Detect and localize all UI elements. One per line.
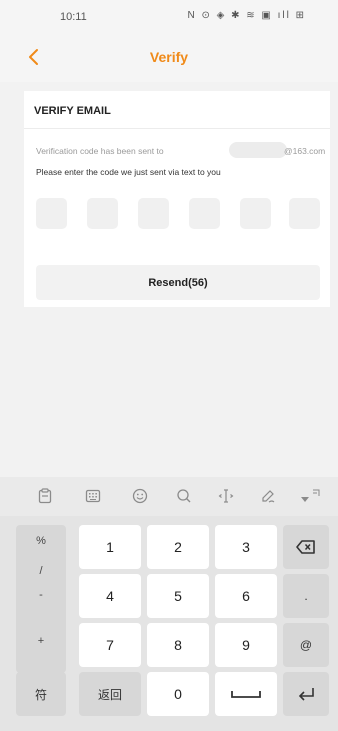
code-input-6[interactable] [289,198,320,229]
keyboard-toolbar [0,477,338,516]
space-icon [231,691,261,698]
key-0[interactable]: 0 [147,672,209,716]
divider [24,128,330,129]
cursor-icon[interactable] [217,487,235,505]
clipboard-icon[interactable] [36,487,54,505]
code-input-2[interactable] [87,198,118,229]
page-title: Verify [149,49,189,65]
key-1[interactable]: 1 [79,525,141,569]
key-minus[interactable]: - [16,589,66,601]
key-plus[interactable]: + [16,635,66,647]
backspace-key[interactable] [283,525,329,569]
space-key[interactable] [215,672,277,716]
emoji-icon[interactable] [131,487,149,505]
key-5[interactable]: 5 [147,574,209,618]
email-redacted [229,142,287,158]
status-time: 10:11 [60,11,87,23]
numeric-keyboard: % / - + 1 2 3 4 5 6 7 8 9 . @ 符 返回 0 [0,516,338,731]
key-8[interactable]: 8 [147,623,209,667]
key-2[interactable]: 2 [147,525,209,569]
key-4[interactable]: 4 [79,574,141,618]
code-input-5[interactable] [240,198,271,229]
key-slash[interactable]: / [16,565,66,577]
sent-message: Verification code has been sent to [36,146,164,156]
key-6[interactable]: 6 [215,574,277,618]
key-symbols-fu[interactable]: 符 [16,672,66,716]
key-7[interactable]: 7 [79,623,141,667]
handwriting-icon[interactable] [259,487,277,505]
collapse-icon[interactable] [298,487,320,505]
verify-email-card: VERIFY EMAIL Verification code has been … [24,91,330,307]
enter-icon [298,688,314,701]
backspace-icon [296,540,315,554]
status-icons: N ⊙ ◈ ✱ ≋ ▣ ıll ⊞ [187,10,306,21]
key-9[interactable]: 9 [215,623,277,667]
search-icon[interactable] [175,487,193,505]
email-domain: @163.com [284,146,326,156]
instructions: Please enter the code we just sent via t… [36,167,221,177]
status-bar: 10:11 N ⊙ ◈ ✱ ≋ ▣ ıll ⊞ [0,0,338,34]
enter-key[interactable] [283,672,329,716]
symbol-column[interactable]: % / - + [16,525,66,673]
code-input-1[interactable] [36,198,67,229]
key-percent[interactable]: % [16,535,66,547]
code-input-3[interactable] [138,198,169,229]
key-dot[interactable]: . [283,574,329,618]
resend-button[interactable]: Resend(56) [36,265,320,300]
key-return-fanhui[interactable]: 返回 [79,672,141,716]
key-at[interactable]: @ [283,623,329,667]
key-3[interactable]: 3 [215,525,277,569]
card-title: VERIFY EMAIL [34,105,111,117]
keyboard-icon[interactable] [84,487,102,505]
code-input-4[interactable] [189,198,220,229]
nav-bar: Verify [0,34,338,82]
